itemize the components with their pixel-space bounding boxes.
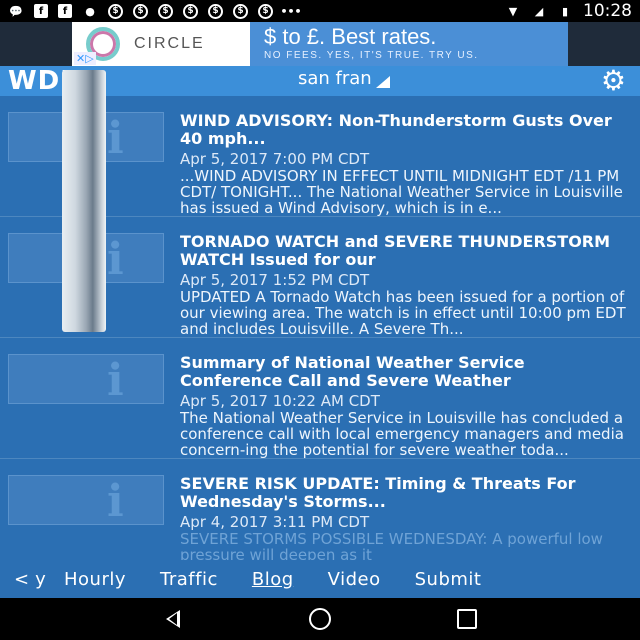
location-label: san fran — [298, 68, 372, 89]
ad-brand-panel[interactable]: CIRCLE ✕▷ — [72, 22, 250, 66]
news-thumbnail: i — [8, 354, 164, 404]
news-date: Apr 5, 2017 10:22 AM CDT — [180, 392, 380, 410]
info-icon: i — [107, 113, 124, 164]
signal-icon: ◢ — [534, 4, 544, 18]
facebook-icon: f — [58, 4, 72, 18]
android-nav-bar — [0, 598, 640, 640]
news-title: TORNADO WATCH and SEVERE THUNDERSTORM WA… — [180, 233, 611, 269]
dollar-icon: $ — [258, 3, 273, 19]
location-selector[interactable]: san fran — [298, 68, 390, 89]
news-summary: ...WIND ADVISORY IN EFFECT UNTIL MIDNIGH… — [180, 168, 623, 216]
nav-submit[interactable]: Submit — [415, 569, 482, 590]
dots-icon: ••• — [280, 4, 302, 18]
chevron-left-icon: < — [14, 568, 30, 590]
news-summary: UPDATED A Tornado Watch has been issued … — [180, 289, 626, 337]
back-icon — [166, 610, 181, 628]
dollar-icon: $ — [183, 3, 198, 19]
dollar-icon: $ — [133, 3, 148, 19]
status-bar: 💬 f f ● $ $ $ $ $ $ $ ••• ▼ ◢ ▮ 10:28 — [0, 0, 640, 22]
news-item[interactable]: i Summary of National Weather Service Co… — [0, 338, 640, 459]
message-icon: 💬 — [9, 4, 23, 18]
ad-headline: $ to £. Best rates. — [264, 24, 437, 49]
nav-hourly[interactable]: Hourly — [64, 569, 126, 590]
dollar-icon: $ — [158, 3, 173, 19]
info-icon: i — [107, 355, 124, 406]
news-thumbnail: i — [8, 475, 164, 525]
news-date: Apr 5, 2017 7:00 PM CDT — [180, 150, 370, 168]
bottom-nav: < y Hourly Traffic Blog Video Submit — [0, 560, 640, 598]
home-button[interactable] — [308, 608, 331, 630]
dollar-icon: $ — [233, 3, 248, 19]
news-title: SEVERE RISK UPDATE: Timing & Threats For… — [180, 475, 576, 511]
back-button[interactable] — [162, 608, 184, 630]
battery-icon: ▮ — [561, 4, 569, 18]
nav-video[interactable]: Video — [328, 569, 381, 590]
wifi-icon: ▼ — [508, 4, 518, 18]
dropdown-caret-icon — [375, 75, 390, 88]
recents-button[interactable] — [456, 608, 478, 630]
nav-traffic[interactable]: Traffic — [160, 569, 218, 590]
ad-banner[interactable]: CIRCLE ✕▷ $ to £. Best rates. NO FEES. Y… — [72, 22, 568, 66]
dollar-icon: $ — [108, 3, 123, 19]
nav-scroll-left[interactable]: < y — [0, 569, 64, 590]
ad-close-icon[interactable]: ✕▷ — [74, 52, 96, 65]
news-date: Apr 4, 2017 3:11 PM CDT — [180, 513, 370, 531]
ad-subline: NO FEES. YES, IT'S TRUE. TRY US. — [264, 50, 479, 61]
ad-brand: CIRCLE — [134, 35, 205, 52]
news-item[interactable]: i SEVERE RISK UPDATE: Timing & Threats F… — [0, 459, 640, 560]
gear-icon[interactable]: ⚙ — [601, 67, 626, 95]
recents-icon — [456, 609, 477, 629]
status-time: 10:28 — [583, 1, 632, 21]
nav-partial-label: y — [35, 568, 46, 590]
ad-area: CIRCLE ✕▷ $ to £. Best rates. NO FEES. Y… — [0, 22, 640, 66]
news-title: WIND ADVISORY: Non-Thunderstorm Gusts Ov… — [180, 112, 612, 148]
news-title: Summary of National Weather Service Conf… — [180, 354, 525, 390]
news-summary: The National Weather Service in Louisvil… — [180, 410, 624, 458]
keyhole-icon: ● — [85, 4, 95, 18]
nav-blog[interactable]: Blog — [252, 569, 294, 590]
floating-overlay[interactable] — [62, 70, 106, 332]
home-icon — [308, 608, 331, 630]
news-summary: SEVERE STORMS POSSIBLE WEDNESDAY: A powe… — [180, 531, 603, 560]
info-icon: i — [107, 476, 124, 527]
news-date: Apr 5, 2017 1:52 PM CDT — [180, 271, 370, 289]
info-icon: i — [107, 234, 124, 285]
dollar-icon: $ — [208, 3, 223, 19]
ad-message-panel[interactable]: $ to £. Best rates. NO FEES. YES, IT'S T… — [250, 22, 568, 66]
facebook-icon: f — [34, 4, 48, 18]
